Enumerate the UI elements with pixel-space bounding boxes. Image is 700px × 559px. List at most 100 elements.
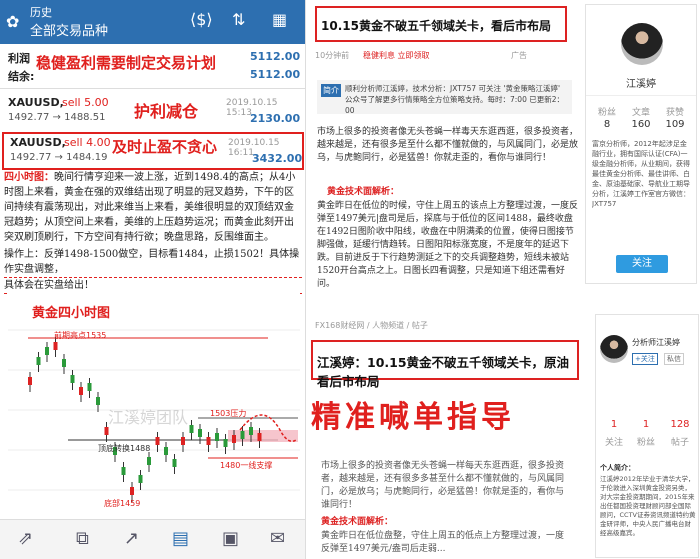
bottom-nav: ⇗ ⧉ ↗ ▤ ▣ ✉	[0, 519, 305, 559]
candle-body	[232, 435, 236, 443]
stat-value: 1	[610, 419, 618, 430]
stat-label: 帖子	[670, 438, 689, 448]
article-pane: 10.15黄金不破五千领域关卡，看后市布局 10分钟前 稳健利息 立即领取 广告…	[307, 0, 700, 559]
candle-body	[164, 447, 168, 455]
post-body-2: 黄金昨日在低位盘整，守住上周五的低点上方整理过渡，一度反弹至1497美元/盎司后…	[321, 531, 565, 554]
chart-label-high: 前期高点1535	[54, 331, 107, 340]
position-pl: 2130.00	[250, 112, 301, 125]
stat-label: 获赞	[665, 108, 684, 118]
profit-label: 利润	[8, 52, 30, 65]
article-title[interactable]: 10.15黄金不破五千领域关卡，看后市布局	[321, 17, 551, 34]
take-profit-overlay: 及时止盈不贪心	[112, 138, 218, 156]
candle-body	[138, 475, 143, 483]
stat-value: 128	[670, 419, 690, 430]
candle-body	[121, 467, 126, 475]
candle-body	[79, 387, 83, 395]
candle-body	[172, 459, 177, 467]
chart-label-support-line: 1480一线支撑	[220, 461, 273, 470]
news-icon[interactable]: ▣	[222, 528, 239, 549]
avatar[interactable]	[621, 23, 663, 65]
profile-bio: 江溪婷2012年毕业于清华大学，于伦敦进入深圳黄金投资另类，对大宗金投资期期间，…	[600, 475, 696, 537]
message-button[interactable]: 私信	[664, 353, 684, 365]
post-tech-head: 黄金技术面解析：	[321, 517, 394, 527]
profile-card-bottom: 分析师江溪婷 +关注 私信 1 1 128 关注 粉丝 帖子 个人简介： 江溪婷…	[595, 314, 699, 558]
candle-body	[104, 427, 109, 435]
divider	[586, 95, 696, 96]
chart-label-low: 底部1459	[104, 499, 141, 508]
protect-profit-overlay: 护利减仓	[134, 102, 199, 121]
trade-plan-overlay: 稳健盈利需要制定交易计划	[36, 52, 217, 73]
sort-icon[interactable]: ⇅	[232, 10, 245, 29]
candle-body	[181, 437, 185, 445]
post-title[interactable]: 江溪婷：10.15黄金不破五千领域关卡，原油看后市布局	[317, 352, 577, 390]
trading-app-pane: ✿ 历史 全部交易品种 ⟨$⟩ ⇅ ▦ 利润 5112.00 结余: 5112.…	[0, 0, 306, 559]
analysis-text: 四小时图：晚间行情亨迎来一波上涨，近到1498.4的高点；从4小时图上来看，黄金…	[4, 170, 302, 294]
candle-body	[215, 433, 219, 441]
stat-value: 8	[603, 119, 611, 130]
candle-body	[257, 433, 262, 441]
position-pl: 3432.00	[252, 152, 303, 165]
candle-body	[62, 359, 66, 367]
article-body-2: 黄金昨日在低位的时候，守住上周五的该点上方整理过渡，一度反弹至1497美元|盘司…	[317, 201, 579, 289]
profile-card: 江溪婷 粉丝 文章 获赞 8 160 109 富京分析师，2012年起涉足金融行…	[585, 4, 697, 284]
ad-tag: 广告	[511, 51, 527, 60]
chat-icon[interactable]: ✉	[270, 528, 285, 549]
divider	[0, 88, 305, 89]
position-prices: 1492.77 → 1488.51	[8, 112, 106, 123]
article-body-1: 市场上很多的投资者像无头苍蝇一样毒天东逛西逛，很多投资者，越来越是，还有很多是至…	[317, 127, 579, 163]
profit-value: 5112.00	[250, 50, 301, 63]
profile-bio: 富京分析师，2012年起涉足金融行业，拥有国际认证(CFA)一级金融分析师，从业…	[592, 140, 690, 208]
promo-link[interactable]: 稳健利息 立即领取	[363, 50, 430, 61]
balance-value: 5112.00	[250, 68, 301, 81]
post-title-box: 江溪婷：10.15黄金不破五千领域关卡，原油看后市布局	[311, 340, 579, 389]
follow-button[interactable]: +关注	[632, 353, 658, 365]
header-symbols-label[interactable]: 全部交易品种	[30, 20, 108, 39]
bio-head: 个人简介：	[600, 464, 635, 472]
profile-name[interactable]: 江溪婷	[586, 75, 696, 90]
follow-button[interactable]: 关注	[616, 255, 668, 273]
stat-value: 109	[665, 119, 685, 130]
candle-body	[36, 357, 41, 365]
avatar[interactable]	[600, 335, 628, 363]
candle-body	[155, 437, 160, 445]
candle-body	[45, 347, 49, 355]
position-symbol: XAUUSD,	[10, 136, 66, 149]
article-title-box: 10.15黄金不破五千领域关卡，看后市布局	[315, 6, 567, 42]
profile-name[interactable]: 分析师江溪婷	[632, 337, 680, 348]
position-prices: 1492.77 → 1484.19	[10, 152, 108, 163]
stat-value: 160	[631, 119, 651, 130]
chart-label-support: 顶底转换1488	[98, 444, 151, 453]
breadcrumb[interactable]: FX168财经网 / 人物频道 / 帖子	[315, 320, 428, 331]
currency-icon[interactable]: ⟨$⟩	[190, 10, 213, 29]
intro-text: 顺利分析师江溪婷，技术分析：JXT757 可关注 '黄金策略江溪婷' 公众号了解…	[345, 84, 564, 115]
candle-body	[206, 437, 211, 445]
intro-box: 简介 顺利分析师江溪婷，技术分析：JXT757 可关注 '黄金策略江溪婷' 公众…	[317, 80, 572, 115]
chart-label-resistance: 1503压力	[210, 409, 247, 418]
stat-label: 文章	[631, 108, 650, 118]
analysis-head: 四小时图：	[4, 172, 54, 183]
candle-body	[147, 457, 151, 465]
stat-value: 1	[642, 419, 650, 430]
precise-call-overlay: 精准喊单指导	[311, 392, 515, 436]
position-side: sell 5.00	[62, 96, 109, 109]
candle-body	[28, 377, 32, 385]
candle-body	[198, 429, 202, 437]
tech-analysis-head: 黄金技术面解析：	[327, 187, 400, 197]
post-body-1: 市场上很多的投资者像无头苍蝇一样每天东逛西逛，很多投资者，越来越是，还有很多多甚…	[321, 461, 565, 510]
candle-body	[87, 383, 92, 391]
app-logo-icon[interactable]: ✿	[6, 12, 19, 31]
candle-body	[130, 487, 134, 495]
candlestick-chart-svg: 江溪婷团队	[8, 290, 300, 520]
position-symbol: XAUUSD,	[8, 96, 64, 109]
chart-title: 黄金四小时图	[32, 306, 111, 321]
trade-icon[interactable]: ↗	[124, 528, 139, 549]
balance-label: 结余:	[8, 70, 35, 83]
stat-label: 粉丝	[597, 108, 616, 118]
quotes-icon[interactable]: ⇗	[18, 528, 33, 549]
candle-body	[70, 375, 75, 383]
chart-icon[interactable]: ⧉	[76, 528, 89, 549]
history-icon[interactable]: ▤	[172, 528, 189, 549]
calendar-icon[interactable]: ▦	[272, 10, 287, 29]
operation-line: 操作上：反弹1498-1500做空，目标看1484，止损1502！具体操作实盘调…	[4, 247, 302, 278]
candle-body	[189, 425, 194, 433]
